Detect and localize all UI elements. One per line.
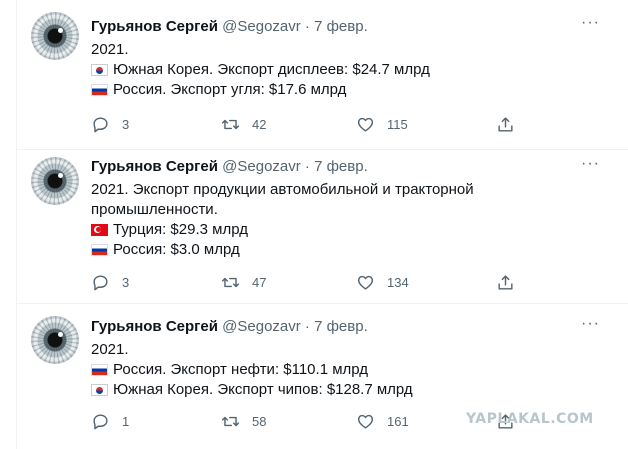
tweet-actions: 1 58 161 [91, 411, 531, 431]
eye-avatar[interactable] [31, 316, 79, 364]
more-options-icon[interactable]: ··· [581, 315, 600, 333]
tweet-line: Южная Корея. Экспорт дисплеев: $24.7 млр… [91, 60, 611, 80]
tweet[interactable]: Гурьянов Сергей @Segozavr · 7 февр. ··· … [16, 150, 628, 304]
retweet-button[interactable]: 58 [221, 411, 266, 431]
retweet-button[interactable]: 42 [221, 114, 266, 134]
tweet[interactable]: Гурьянов Сергей @Segozavr · 7 февр. ··· … [16, 304, 628, 449]
reply-icon [93, 274, 108, 290]
retweet-icon [221, 416, 240, 426]
retweet-button[interactable]: 47 [221, 272, 266, 292]
tweet-header: Гурьянов Сергей @Segozavr · 7 февр. [91, 317, 368, 337]
tweet-text: 2021. Россия. Экспорт нефти: $110.1 млрд… [91, 340, 611, 400]
tweet-text: 2021. Южная Корея. Экспорт дисплеев: $24… [91, 40, 611, 100]
tweet-line: Россия. Экспорт нефти: $110.1 млрд [91, 360, 611, 380]
tweet-line: Турция: $29.3 млрд [91, 220, 611, 240]
like-button[interactable]: 134 [356, 272, 409, 292]
like-count: 161 [387, 413, 409, 429]
tweet-meta[interactable]: @Segozavr · 7 февр. [222, 318, 368, 335]
tweet-line: 2021. Экспорт продукции автомобильной и … [91, 181, 474, 198]
retweet-icon [221, 119, 240, 129]
heart-icon [357, 117, 374, 132]
tweet-actions: 3 42 115 [91, 114, 531, 134]
author-name[interactable]: Гурьянов Сергей [91, 158, 218, 175]
tweet-header: Гурьянов Сергей @Segozavr · 7 февр. [91, 17, 368, 37]
tweet-line: 2021. [91, 41, 129, 58]
tweet-actions: 3 47 134 [91, 272, 531, 292]
reply-count: 1 [122, 413, 130, 429]
reply-count: 3 [122, 116, 130, 132]
tweet-line: Россия. Экспорт угля: $17.6 млрд [91, 80, 611, 100]
retweet-count: 47 [252, 274, 267, 290]
reply-icon [93, 413, 108, 429]
tweet-line: Южная Корея. Экспорт чипов: $128.7 млрд [91, 380, 611, 400]
tweet-meta[interactable]: @Segozavr · 7 февр. [222, 158, 368, 175]
south-korea-flag-icon [91, 64, 108, 76]
tweet-text: 2021. Экспорт продукции автомобильной и … [91, 180, 611, 260]
share-icon [498, 116, 513, 132]
share-button[interactable] [496, 114, 527, 134]
tweet-line: 2021. [91, 341, 129, 358]
more-options-icon[interactable]: ··· [581, 155, 600, 173]
tweet-meta[interactable]: @Segozavr · 7 февр. [222, 18, 368, 35]
heart-icon [357, 414, 374, 429]
eye-avatar[interactable] [31, 12, 79, 60]
retweet-count: 58 [252, 413, 267, 429]
watermark: YAPLAKAL.COM [466, 411, 594, 427]
reply-button[interactable]: 3 [91, 272, 129, 292]
south-korea-flag-icon [91, 384, 108, 396]
author-name[interactable]: Гурьянов Сергей [91, 18, 218, 35]
tweet[interactable]: Гурьянов Сергей @Segozavr · 7 февр. ··· … [16, 0, 628, 150]
retweet-icon [221, 277, 240, 287]
like-button[interactable]: 161 [356, 411, 409, 431]
heart-icon [357, 275, 374, 290]
like-count: 115 [387, 116, 408, 132]
russia-flag-icon [91, 244, 108, 256]
more-options-icon[interactable]: ··· [581, 14, 600, 32]
russia-flag-icon [91, 364, 108, 376]
like-button[interactable]: 115 [356, 114, 408, 134]
author-name[interactable]: Гурьянов Сергей [91, 318, 218, 335]
share-icon [498, 274, 513, 290]
tweet-line: промышленности. [91, 201, 218, 218]
reply-icon [93, 116, 108, 132]
russia-flag-icon [91, 84, 108, 96]
reply-count: 3 [122, 274, 130, 290]
like-count: 134 [387, 274, 409, 290]
eye-avatar[interactable] [31, 157, 79, 205]
reply-button[interactable]: 3 [91, 114, 129, 134]
share-button[interactable] [496, 272, 527, 292]
turkey-flag-icon [91, 224, 108, 236]
tweet-line: Россия: $3.0 млрд [91, 240, 611, 260]
reply-button[interactable]: 1 [91, 411, 129, 431]
retweet-count: 42 [252, 116, 267, 132]
tweet-header: Гурьянов Сергей @Segozavr · 7 февр. [91, 157, 368, 177]
